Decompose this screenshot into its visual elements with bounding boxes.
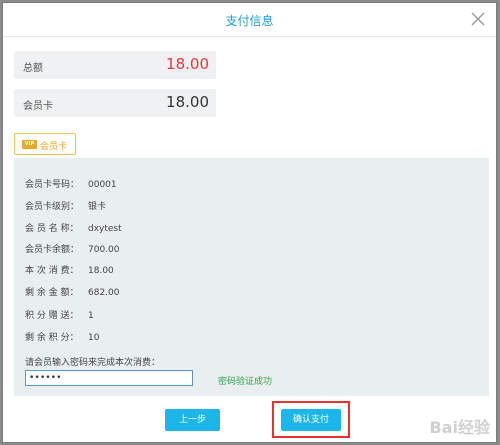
card-value: 18.00 bbox=[166, 93, 209, 111]
info-value: 18.00 bbox=[88, 266, 114, 276]
info-value: 银卡 bbox=[88, 202, 107, 212]
total-label: 总额 bbox=[23, 63, 43, 74]
dialog-titlebar: 支付信息 bbox=[3, 3, 496, 37]
card-amount-box: 会员卡 18.00 bbox=[14, 89, 216, 117]
info-key: 会员卡余额： bbox=[25, 245, 80, 255]
info-row-this-spend: 本 次 消 费： 18.00 bbox=[25, 263, 114, 276]
member-card-tab[interactable]: VIP 会员卡 bbox=[14, 133, 76, 155]
info-key: 会员卡级别： bbox=[25, 202, 80, 212]
info-key: 本 次 消 费： bbox=[25, 266, 79, 276]
password-prompt: 请会员输入密码来完成本次消费： bbox=[25, 358, 161, 368]
info-key: 剩 余 积 分： bbox=[25, 333, 79, 343]
info-row-card-balance: 会员卡余额： 700.00 bbox=[25, 242, 120, 255]
info-row-points-given: 积 分 赠 送： 1 bbox=[25, 308, 94, 321]
vip-icon: VIP bbox=[22, 140, 37, 149]
info-row-remaining-points: 剩 余 积 分： 10 bbox=[25, 330, 99, 343]
info-key: 会 员 名 称： bbox=[25, 224, 79, 234]
info-row-card-number: 会员卡号码： 00001 bbox=[25, 177, 117, 190]
info-row-member-name: 会 员 名 称： dxytest bbox=[25, 221, 122, 234]
password-input[interactable] bbox=[25, 370, 193, 386]
total-amount-box: 总额 18.00 bbox=[14, 51, 216, 79]
info-value: 00001 bbox=[88, 180, 117, 190]
info-row-remaining-balance: 剩 余 金 额： 682.00 bbox=[25, 285, 120, 298]
previous-step-button[interactable]: 上一步 bbox=[165, 409, 220, 431]
card-label: 会员卡 bbox=[23, 101, 53, 112]
info-key: 积 分 赠 送： bbox=[25, 311, 79, 321]
info-value: 700.00 bbox=[88, 245, 120, 255]
total-value: 18.00 bbox=[166, 55, 209, 73]
info-value: 1 bbox=[88, 311, 94, 321]
info-value: 10 bbox=[88, 333, 100, 343]
confirm-payment-button[interactable]: 确认支付 bbox=[281, 409, 341, 431]
password-status: 密码验证成功 bbox=[218, 377, 273, 387]
info-value: 682.00 bbox=[88, 288, 120, 298]
info-value: dxytest bbox=[88, 224, 122, 234]
info-row-card-level: 会员卡级别： 银卡 bbox=[25, 199, 106, 212]
dialog-title: 支付信息 bbox=[225, 14, 274, 28]
member-info-panel: 会员卡号码： 00001 会员卡级别： 银卡 会 员 名 称： dxytest 会员卡… bbox=[14, 158, 489, 396]
close-icon[interactable] bbox=[468, 9, 488, 29]
payment-dialog: 支付信息 总额 18.00 会员卡 18.00 VIP 会员卡 会员卡号码： 00… bbox=[2, 2, 497, 443]
info-key: 剩 余 金 额： bbox=[25, 288, 79, 298]
member-card-tab-label: 会员卡 bbox=[40, 142, 68, 152]
info-key: 会员卡号码： bbox=[25, 180, 80, 190]
watermark-logo: Bai经验 bbox=[429, 418, 490, 437]
